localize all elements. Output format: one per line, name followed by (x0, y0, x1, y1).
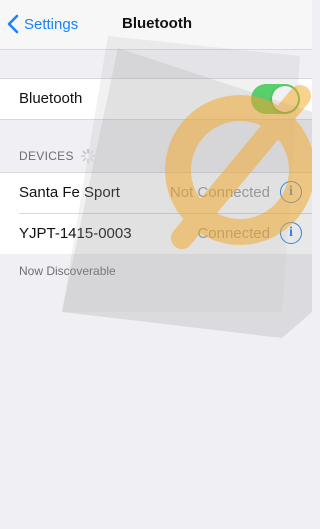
device-row[interactable]: Santa Fe Sport Not Connected i (0, 173, 312, 213)
device-name: YJPT-1415-0003 (19, 225, 132, 242)
bluetooth-row: Bluetooth (0, 79, 312, 119)
navigation-bar: Settings Bluetooth (0, 0, 312, 50)
back-button-label: Settings (24, 15, 79, 33)
back-button[interactable]: Settings (6, 12, 78, 36)
toggle-knob (272, 86, 298, 112)
info-icon[interactable]: i (280, 222, 302, 244)
discoverable-note: Now Discoverable (19, 264, 116, 278)
info-icon[interactable]: i (280, 181, 302, 203)
bluetooth-settings-screen: Settings Bluetooth Bluetooth DEVICES San… (0, 0, 312, 529)
devices-header-label: DEVICES (19, 149, 74, 163)
bluetooth-toggle[interactable] (251, 84, 300, 114)
bluetooth-section: Bluetooth (0, 78, 312, 120)
bluetooth-label: Bluetooth (19, 90, 83, 107)
chevron-left-icon (7, 14, 19, 34)
device-row[interactable]: YJPT-1415-0003 Connected i (0, 214, 312, 254)
devices-section-header: DEVICES (19, 148, 96, 164)
page-title: Bluetooth (122, 15, 192, 32)
devices-section: Santa Fe Sport Not Connected i YJPT-1415… (0, 172, 312, 254)
device-status: Connected (197, 225, 270, 242)
activity-spinner-icon (80, 148, 96, 164)
device-status: Not Connected (169, 184, 270, 201)
device-name: Santa Fe Sport (19, 184, 120, 201)
